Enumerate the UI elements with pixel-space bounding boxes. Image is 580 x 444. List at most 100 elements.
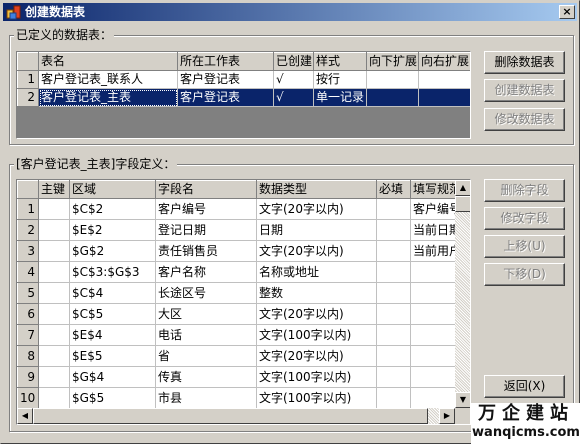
cell-type[interactable]: 日期 [256, 219, 377, 241]
scroll-thumb[interactable] [455, 196, 470, 212]
scroll-left-icon[interactable]: ◀ [17, 408, 33, 424]
cell-field[interactable]: 大区 [155, 303, 257, 325]
cell-sheet[interactable]: 客户登记表 [177, 88, 274, 107]
cell-down[interactable] [366, 70, 419, 89]
column-header[interactable]: 填写规范 [410, 180, 458, 199]
fields-grid[interactable]: 主键 区域 字段名 数据类型 必填 填写规范 1 $C$2 客户编号 文字(20字以内… [16, 179, 471, 425]
cell-style[interactable]: 按行 [313, 70, 367, 89]
cell-pk[interactable] [38, 387, 70, 409]
cell-sheet[interactable]: 客户登记表 [177, 70, 274, 89]
row-number[interactable]: 4 [17, 261, 39, 283]
cell-required[interactable] [376, 303, 411, 325]
back-button[interactable]: 返回(X) [484, 375, 565, 398]
cell-down[interactable] [366, 88, 419, 107]
cell-rule[interactable] [410, 303, 458, 325]
cell-required[interactable] [376, 282, 411, 304]
table-row[interactable]: 10 $G$5 市县 文字(100字以内) [17, 387, 458, 409]
cell-type[interactable]: 整数 [256, 282, 377, 304]
column-header[interactable]: 主键 [38, 180, 70, 199]
h-scroll-thumb[interactable] [33, 408, 428, 424]
cell-type[interactable]: 文字(100字以内) [256, 324, 377, 346]
cell-field[interactable]: 长途区号 [155, 282, 257, 304]
cell-area[interactable]: $C$5 [69, 303, 156, 325]
cell-field[interactable]: 责任销售员 [155, 240, 257, 262]
fields-vertical-scrollbar[interactable]: ▲ ▼ [455, 180, 470, 408]
delete-table-button[interactable]: 删除数据表 [484, 51, 565, 74]
cell-area[interactable]: $G$4 [69, 366, 156, 388]
cell-area[interactable]: $G$5 [69, 387, 156, 409]
cell-field[interactable]: 客户编号 [155, 198, 257, 220]
column-header[interactable]: 字段名 [155, 180, 257, 199]
cell-rule[interactable]: 当前日期 [410, 219, 458, 241]
cell-required[interactable] [376, 219, 411, 241]
column-header[interactable]: 区域 [69, 180, 156, 199]
move-down-button[interactable]: 下移(D) [484, 263, 565, 286]
cell-type[interactable]: 文字(20字以内) [256, 345, 377, 367]
row-number[interactable]: 8 [17, 345, 39, 367]
close-button[interactable]: × [559, 5, 575, 19]
row-number[interactable]: 1 [17, 70, 39, 89]
cell-required[interactable] [376, 345, 411, 367]
cell-area[interactable]: $E$4 [69, 324, 156, 346]
column-header[interactable]: 数据类型 [256, 180, 377, 199]
table-row[interactable]: 1 $C$2 客户编号 文字(20字以内) 客户编号 [17, 198, 458, 220]
row-number[interactable]: 2 [17, 219, 39, 241]
fields-horizontal-scrollbar[interactable]: ◀ ▶ [17, 408, 455, 424]
cell-pk[interactable] [38, 366, 70, 388]
cell-area[interactable]: $E$2 [69, 219, 156, 241]
cell-type[interactable]: 文字(100字以内) [256, 366, 377, 388]
cell-required[interactable] [376, 387, 411, 409]
column-header[interactable]: 表名 [38, 52, 178, 71]
cell-area[interactable]: $G$2 [69, 240, 156, 262]
cell-required[interactable] [376, 324, 411, 346]
modify-field-button[interactable]: 修改字段 [484, 207, 565, 230]
cell-pk[interactable] [38, 345, 70, 367]
cell-field[interactable]: 传真 [155, 366, 257, 388]
cell-created[interactable]: √ [273, 70, 314, 89]
table-row[interactable]: 9 $G$4 传真 文字(100字以内) [17, 366, 458, 388]
column-header[interactable]: 必填 [376, 180, 411, 199]
row-number[interactable]: 7 [17, 324, 39, 346]
cell-required[interactable] [376, 240, 411, 262]
cell-type[interactable]: 文字(20字以内) [256, 303, 377, 325]
table-row[interactable]: 2 $E$2 登记日期 日期 当前日期 [17, 219, 458, 241]
cell-name[interactable]: 客户登记表_联系人 [38, 70, 178, 89]
cell-rule[interactable] [410, 324, 458, 346]
cell-type[interactable]: 文字(20字以内) [256, 198, 377, 220]
cell-pk[interactable] [38, 303, 70, 325]
table-row[interactable]: 7 $E$4 电话 文字(100字以内) [17, 324, 458, 346]
table-row[interactable]: 4 $C$3:$G$3 客户名称 名称或地址 [17, 261, 458, 283]
cell-rule[interactable]: 当前用户 [410, 240, 458, 262]
cell-created[interactable]: √ [273, 88, 314, 107]
move-up-button[interactable]: 上移(U) [484, 235, 565, 258]
cell-pk[interactable] [38, 324, 70, 346]
cell-field[interactable]: 市县 [155, 387, 257, 409]
cell-required[interactable] [376, 366, 411, 388]
cell-pk[interactable] [38, 198, 70, 220]
cell-style[interactable]: 单一记录 [313, 88, 367, 107]
cell-area[interactable]: $E$5 [69, 345, 156, 367]
table-row[interactable]: 8 $E$5 省文字(20字以内) [17, 345, 458, 367]
cell-rule[interactable] [410, 261, 458, 283]
cell-field[interactable]: 客户名称 [155, 261, 257, 283]
cell-field[interactable]: 登记日期 [155, 219, 257, 241]
cell-rule[interactable] [410, 282, 458, 304]
modify-table-button[interactable]: 修改数据表 [484, 108, 565, 131]
create-table-button[interactable]: 创建数据表 [484, 79, 565, 102]
cell-required[interactable] [376, 198, 411, 220]
row-number[interactable]: 2 [17, 88, 39, 107]
table-row[interactable]: 6 $C$5 大区 文字(20字以内) [17, 303, 458, 325]
cell-right[interactable] [418, 88, 470, 107]
scroll-up-icon[interactable]: ▲ [455, 180, 470, 196]
cell-rule[interactable] [410, 387, 458, 409]
cell-rule[interactable]: 客户编号 [410, 198, 458, 220]
scroll-right-icon[interactable]: ▶ [439, 408, 455, 424]
cell-area[interactable]: $C$2 [69, 198, 156, 220]
row-number[interactable]: 5 [17, 282, 39, 304]
table-row[interactable]: 2 客户登记表_主表 客户登记表 √ 单一记录 [17, 88, 470, 107]
row-number[interactable]: 10 [17, 387, 39, 409]
row-number[interactable]: 9 [17, 366, 39, 388]
cell-field[interactable]: 电话 [155, 324, 257, 346]
cell-type[interactable]: 文字(20字以内) [256, 240, 377, 262]
cell-pk[interactable] [38, 219, 70, 241]
